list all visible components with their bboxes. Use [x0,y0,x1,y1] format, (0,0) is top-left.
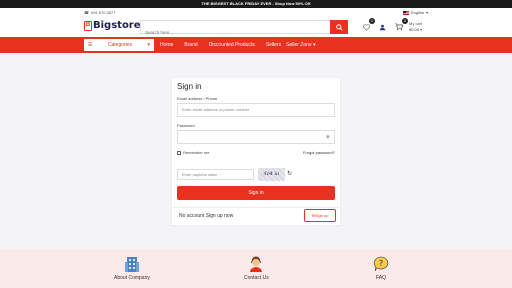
footer: About Company Contact Us ? FAQ [0,249,512,288]
password-label: Password [177,123,195,128]
signin-title: Sign in [177,82,202,91]
divider [172,207,340,208]
chevron-down-icon: ▾ [313,42,316,48]
us-flag-icon [403,10,409,15]
wishlist-button[interactable]: 0 [361,18,375,32]
phone-icon: ☎ [84,10,89,15]
remember-checkbox[interactable] [177,150,181,155]
chevron-down-icon: ▾ [147,42,150,48]
svg-text:?: ? [379,259,383,268]
footer-faq-label: FAQ [375,275,386,281]
wishlist-count-badge: 0 [369,18,375,24]
nav-sellers[interactable]: Sellers [266,42,281,48]
cart-summary[interactable]: My cart ¥0.00 ▾ [409,21,422,33]
support-agent-icon [250,256,263,272]
search-bar [140,20,348,39]
signin-button[interactable]: Sign in [177,186,335,200]
signup-label: Sign up [314,213,329,218]
seller-zone-label: Seller Zone [286,42,312,48]
search-icon [335,23,343,31]
account-button[interactable] [377,22,387,32]
logo[interactable]: B Bigstores [84,20,146,31]
remember-label: Remember me [183,150,210,155]
captcha-image: ʎɐ4 uı [258,168,285,181]
building-icon [124,257,139,272]
footer-contact-us[interactable]: Contact Us [244,256,269,281]
language-label: English [411,10,425,15]
email-field[interactable]: Enter email address or phone number [177,103,335,117]
nav-discounted-products[interactable]: Discounted Products [209,42,255,48]
logo-text: Bigstores [93,20,147,31]
language-selector[interactable]: English ▾ [403,10,428,15]
signin-card: Sign in Email address / Phone Enter emai… [171,77,341,226]
categories-label: Categories [107,42,133,48]
signup-button[interactable]: ⊕Sign up [304,209,336,222]
footer-about-company[interactable]: About Company [114,256,150,281]
eye-icon[interactable]: ◉ [326,134,330,140]
footer-faq[interactable]: ? FAQ [373,256,389,281]
cart-icon [395,23,403,31]
nav-home[interactable]: Home [160,42,173,48]
phone-link[interactable]: ☎ 094 570 3877 [84,10,115,15]
remember-row: Remember me Forgot password? [177,150,335,155]
captcha-input[interactable]: Enter captcha value [177,169,254,180]
email-label: Email address / Phone [177,96,218,101]
nav-links: Home Brand Discounted Products Sellers S… [160,37,316,53]
promo-text: THE BIGGEST BLACK FRIDAY EVER - Shop Now… [201,1,311,6]
heart-icon [362,23,370,31]
user-icon [379,24,385,30]
header: ☎ 094 570 3877 English ▾ B Bigstores 0 0… [0,8,512,39]
question-bubble-icon: ? [373,256,389,272]
no-account-text: No account Sign up now [179,213,234,219]
promo-bar: THE BIGGEST BLACK FRIDAY EVER - Shop Now… [0,0,512,8]
footer-contact-label: Contact Us [244,275,269,281]
logo-mark-icon: B [84,20,92,31]
categories-button[interactable]: ☰ Categories ▾ [84,39,154,51]
cart-count-badge: 0 [402,18,408,24]
password-field[interactable]: ◉ [177,130,335,144]
main-nav: ☰ Categories ▾ Home Brand Discounted Pro… [0,37,512,53]
refresh-icon[interactable]: ↻ [287,170,292,177]
chevron-down-icon: ▾ [420,27,423,32]
chevron-down-icon: ▾ [426,10,429,15]
nav-seller-zone[interactable]: Seller Zone ▾ [286,42,315,48]
cart-amount: ¥0.00 [409,27,420,32]
footer-about-label: About Company [114,275,150,281]
cart-button[interactable]: 0 [394,18,408,32]
search-button[interactable] [330,20,348,34]
phone-number: 094 570 3877 [90,10,116,15]
nav-brand[interactable]: Brand [184,42,197,48]
forgot-password-link[interactable]: Forgot password? [303,150,335,155]
